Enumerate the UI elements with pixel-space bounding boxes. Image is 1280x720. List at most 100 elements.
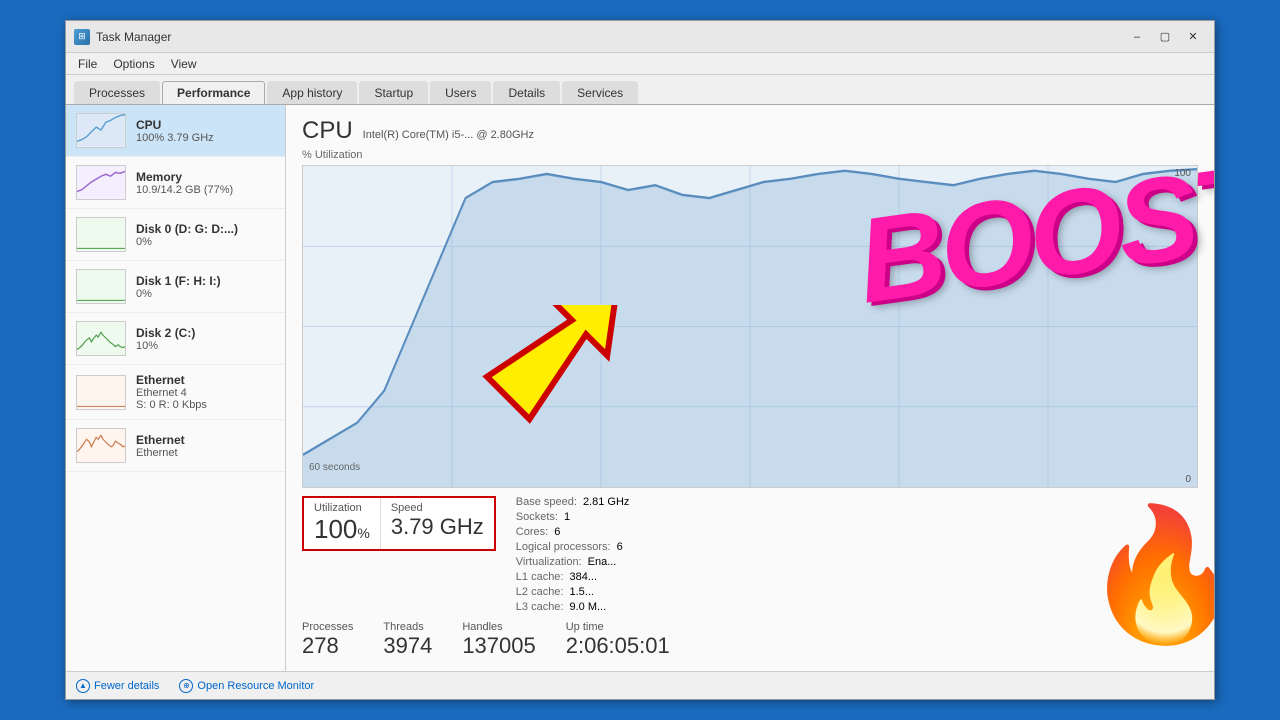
cpu-thumbnail — [76, 113, 126, 148]
maximize-button[interactable]: ▢ — [1152, 27, 1178, 47]
logical-key: Logical processors: — [516, 541, 611, 553]
sidebar-item-disk1[interactable]: Disk 1 (F: H: I:) 0% — [66, 261, 285, 313]
open-monitor-label: Open Resource Monitor — [197, 680, 314, 692]
sidebar-item-ethernet4[interactable]: Ethernet Ethernet 4 S: 0 R: 0 Kbps — [66, 365, 285, 420]
ethernet-sublabel: Ethernet — [136, 447, 275, 459]
cpu-subtitle: % Utilization — [302, 149, 1198, 161]
title-bar: ⊞ Task Manager – ▢ ✕ — [66, 21, 1214, 53]
threads-value: 3974 — [383, 633, 432, 659]
ethernet4-info: Ethernet Ethernet 4 S: 0 R: 0 Kbps — [136, 373, 275, 411]
tab-processes[interactable]: Processes — [74, 81, 160, 104]
tab-bar: Processes Performance App history Startu… — [66, 75, 1214, 105]
cores-val: 6 — [554, 526, 560, 538]
sockets-key: Sockets: — [516, 511, 558, 523]
menu-view[interactable]: View — [163, 55, 205, 73]
utilization-unit: % — [357, 525, 369, 541]
graph-top-label: 100 — [1174, 168, 1191, 179]
processes-value: 278 — [302, 633, 353, 659]
ethernet4-label: Ethernet — [136, 373, 275, 387]
fewer-details-icon: ▲ — [76, 679, 90, 693]
main-panel: BOOST 🔥 CPU Intel(R) Core(TM) i5-... @ 2… — [286, 105, 1214, 671]
memory-label: Memory — [136, 170, 275, 184]
disk0-label: Disk 0 (D: G: D:...) — [136, 222, 275, 236]
disk1-sublabel: 0% — [136, 288, 275, 300]
handles-value: 137005 — [462, 633, 535, 659]
logical-val: 6 — [617, 541, 623, 553]
l1-key: L1 cache: — [516, 571, 564, 583]
memory-info: Memory 10.9/14.2 GB (77%) — [136, 170, 275, 196]
disk2-thumbnail — [76, 321, 126, 356]
sidebar-item-memory[interactable]: Memory 10.9/14.2 GB (77%) — [66, 157, 285, 209]
sidebar-item-ethernet[interactable]: Ethernet Ethernet — [66, 420, 285, 472]
content-area: CPU 100% 3.79 GHz Memory 10.9/14.2 G — [66, 105, 1214, 671]
uptime-value: 2:06:05:01 — [566, 633, 670, 659]
tab-users[interactable]: Users — [430, 81, 491, 104]
handles-stat: Handles 137005 — [462, 621, 535, 659]
l3-key: L3 cache: — [516, 601, 564, 613]
disk1-label: Disk 1 (F: H: I:) — [136, 274, 275, 288]
ethernet4-sublabel: Ethernet 4 — [136, 387, 275, 399]
ethernet-thumbnail — [76, 428, 126, 463]
speed-value: 3.79 GHz — [391, 514, 484, 540]
utilization-value: 100 — [314, 514, 357, 545]
disk0-thumbnail — [76, 217, 126, 252]
bottom-bar: ▲ Fewer details ⊕ Open Resource Monitor — [66, 671, 1214, 699]
sidebar-item-disk0[interactable]: Disk 0 (D: G: D:...) 0% — [66, 209, 285, 261]
sidebar-scroll[interactable]: CPU 100% 3.79 GHz Memory 10.9/14.2 G — [66, 105, 285, 671]
tab-startup[interactable]: Startup — [359, 81, 428, 104]
graph-time-label: 60 seconds — [309, 462, 360, 473]
disk2-label: Disk 2 (C:) — [136, 326, 275, 340]
tab-details[interactable]: Details — [493, 81, 560, 104]
cpu-label: CPU — [136, 118, 275, 132]
close-button[interactable]: ✕ — [1180, 27, 1206, 47]
cpu-sublabel: 100% 3.79 GHz — [136, 132, 275, 144]
open-resource-monitor-button[interactable]: ⊕ Open Resource Monitor — [179, 679, 314, 693]
sidebar-item-disk2[interactable]: Disk 2 (C:) 10% — [66, 313, 285, 365]
disk2-info: Disk 2 (C:) 10% — [136, 326, 275, 352]
memory-thumbnail — [76, 165, 126, 200]
l3-val: 9.0 M... — [569, 601, 606, 613]
speed-stat: Speed 3.79 GHz — [381, 498, 494, 549]
disk0-info: Disk 0 (D: G: D:...) 0% — [136, 222, 275, 248]
sidebar-item-cpu[interactable]: CPU 100% 3.79 GHz — [66, 105, 285, 157]
ethernet4-thumbnail — [76, 375, 126, 410]
ethernet4-speed: S: 0 R: 0 Kbps — [136, 399, 275, 411]
uptime-label: Up time — [566, 621, 670, 633]
task-manager-window: ⊞ Task Manager – ▢ ✕ File Options View P… — [65, 20, 1215, 700]
cpu-info: CPU 100% 3.79 GHz — [136, 118, 275, 144]
cores-key: Cores: — [516, 526, 548, 538]
utilization-label: Utilization — [314, 502, 370, 514]
specs-panel: Base speed:2.81 GHz Sockets:1 Cores:6 Lo… — [516, 496, 1198, 613]
processes-label: Processes — [302, 621, 353, 633]
ethernet-info: Ethernet Ethernet — [136, 433, 275, 459]
window-controls: – ▢ ✕ — [1124, 27, 1206, 47]
disk2-sublabel: 10% — [136, 340, 275, 352]
sidebar: CPU 100% 3.79 GHz Memory 10.9/14.2 G — [66, 105, 286, 671]
window-title: Task Manager — [96, 30, 1124, 44]
speed-label: Speed — [391, 502, 484, 514]
memory-sublabel: 10.9/14.2 GB (77%) — [136, 184, 275, 196]
fewer-details-button[interactable]: ▲ Fewer details — [76, 679, 159, 693]
menu-file[interactable]: File — [70, 55, 105, 73]
tab-performance[interactable]: Performance — [162, 81, 265, 104]
threads-stat: Threads 3974 — [383, 621, 432, 659]
minimize-button[interactable]: – — [1124, 27, 1150, 47]
resource-monitor-icon: ⊕ — [179, 679, 193, 693]
app-icon: ⊞ — [74, 29, 90, 45]
l2-key: L2 cache: — [516, 586, 564, 598]
l2-val: 1.5... — [569, 586, 593, 598]
handles-label: Handles — [462, 621, 535, 633]
disk1-thumbnail — [76, 269, 126, 304]
cpu-description: Intel(R) Core(TM) i5-... @ 2.80GHz — [363, 129, 534, 141]
base-speed-val: 2.81 GHz — [583, 496, 629, 508]
menu-options[interactable]: Options — [105, 55, 162, 73]
l1-val: 384... — [569, 571, 597, 583]
utilization-stat: Utilization 100 % — [304, 498, 381, 549]
ethernet-label: Ethernet — [136, 433, 275, 447]
processes-stat: Processes 278 — [302, 621, 353, 659]
tab-services[interactable]: Services — [562, 81, 638, 104]
threads-label: Threads — [383, 621, 432, 633]
tab-app-history[interactable]: App history — [267, 81, 357, 104]
specs-left: Base speed:2.81 GHz Sockets:1 Cores:6 Lo… — [516, 496, 630, 613]
disk0-sublabel: 0% — [136, 236, 275, 248]
